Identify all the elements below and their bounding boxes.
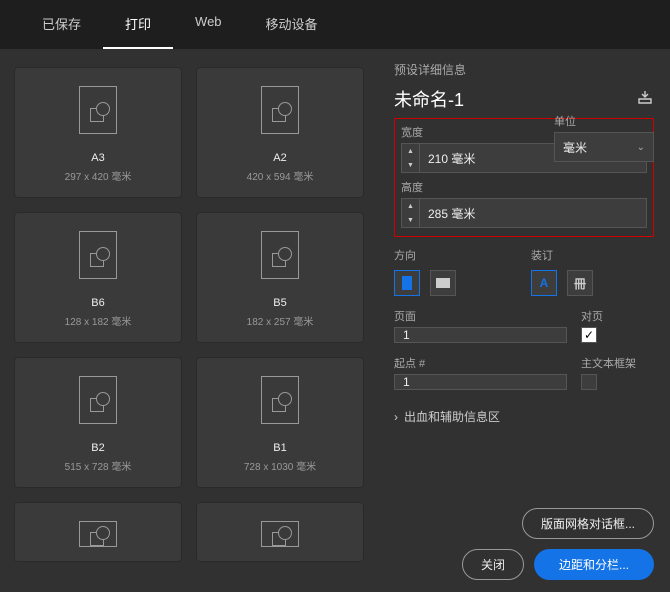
preset-dims: 420 x 594 毫米	[247, 168, 314, 183]
tab-mobile[interactable]: 移动设备	[244, 0, 340, 49]
preset-dims: 128 x 182 毫米	[65, 313, 132, 328]
start-page-label: 起点 #	[394, 355, 567, 371]
preset-name: A2	[273, 152, 286, 164]
preset-card[interactable]	[14, 502, 182, 562]
detail-section-title: 预设详细信息	[394, 61, 654, 78]
unit-value: 毫米	[563, 139, 587, 156]
height-label: 高度	[401, 179, 647, 195]
page-icon	[261, 231, 299, 279]
document-name[interactable]: 未命名-1	[394, 86, 464, 112]
page-icon	[261, 376, 299, 424]
page-icon	[79, 231, 117, 279]
pages-input[interactable]	[394, 327, 567, 343]
docname-base: 未命名	[394, 86, 448, 112]
orientation-label: 方向	[394, 247, 517, 263]
pages-label: 页面	[394, 308, 567, 324]
preset-name: B5	[273, 297, 286, 309]
binding-ltr-button[interactable]: A	[531, 270, 557, 296]
preset-dims: 728 x 1030 毫米	[244, 458, 316, 473]
start-page-input[interactable]	[394, 374, 567, 390]
preset-dims: 297 x 420 毫米	[65, 168, 132, 183]
margins-columns-button[interactable]: 边距和分栏...	[534, 549, 654, 580]
primary-frame-label: 主文本框架	[581, 355, 654, 371]
preset-card[interactable]: A3 297 x 420 毫米	[14, 67, 182, 198]
preset-grid: A3 297 x 420 毫米 A2 420 x 594 毫米 B6 128 x…	[0, 49, 378, 592]
preset-name: B6	[91, 297, 104, 309]
chevron-right-icon: ›	[394, 410, 398, 424]
facing-pages-label: 对页	[581, 308, 654, 324]
save-preset-icon[interactable]	[636, 90, 654, 109]
preset-dims: 515 x 728 毫米	[65, 458, 132, 473]
preset-card[interactable]: B5 182 x 257 毫米	[196, 212, 364, 343]
orientation-landscape-button[interactable]	[430, 270, 456, 296]
page-icon	[79, 86, 117, 134]
tab-saved[interactable]: 已保存	[20, 0, 103, 49]
page-icon	[261, 86, 299, 134]
height-stepper[interactable]: ▲ ▼	[401, 198, 419, 228]
preset-name: B1	[273, 442, 286, 454]
orientation-portrait-button[interactable]	[394, 270, 420, 296]
facing-pages-checkbox[interactable]: ✓	[581, 327, 597, 343]
tab-bar: 已保存 打印 Web 移动设备	[0, 0, 670, 49]
height-input[interactable]	[419, 198, 647, 228]
preset-card[interactable]	[196, 502, 364, 562]
page-icon	[79, 376, 117, 424]
unit-label: 单位	[554, 113, 654, 129]
preset-name: A3	[91, 152, 104, 164]
page-icon	[261, 521, 299, 547]
chevron-up-icon[interactable]: ▲	[402, 199, 419, 213]
tab-print[interactable]: 打印	[103, 0, 173, 49]
preset-card[interactable]: B6 128 x 182 毫米	[14, 212, 182, 343]
docname-suffix: -1	[448, 90, 464, 111]
detail-panel: 预设详细信息 未命名-1 宽度 ▲	[378, 49, 670, 592]
chevron-down-icon[interactable]: ▼	[402, 158, 419, 172]
bleed-section-toggle[interactable]: › 出血和辅助信息区	[394, 408, 654, 425]
width-stepper[interactable]: ▲ ▼	[401, 143, 419, 173]
layout-grid-button[interactable]: 版面网格对话框...	[522, 508, 654, 539]
chevron-up-icon[interactable]: ▲	[402, 144, 419, 158]
preset-card[interactable]: B2 515 x 728 毫米	[14, 357, 182, 488]
close-button[interactable]: 关闭	[462, 549, 524, 580]
bleed-section-label: 出血和辅助信息区	[404, 408, 500, 425]
preset-card[interactable]: A2 420 x 594 毫米	[196, 67, 364, 198]
preset-name: B2	[91, 442, 104, 454]
chevron-down-icon[interactable]: ▼	[402, 213, 419, 227]
binding-rtl-button[interactable]: 冊	[567, 270, 593, 296]
page-icon	[79, 521, 117, 547]
tab-web[interactable]: Web	[173, 0, 244, 49]
preset-card[interactable]: B1 728 x 1030 毫米	[196, 357, 364, 488]
preset-dims: 182 x 257 毫米	[247, 313, 314, 328]
chevron-down-icon: ⌄	[637, 142, 645, 153]
binding-label: 装订	[531, 247, 654, 263]
unit-select[interactable]: 毫米 ⌄	[554, 132, 654, 162]
primary-frame-checkbox[interactable]	[581, 374, 597, 390]
